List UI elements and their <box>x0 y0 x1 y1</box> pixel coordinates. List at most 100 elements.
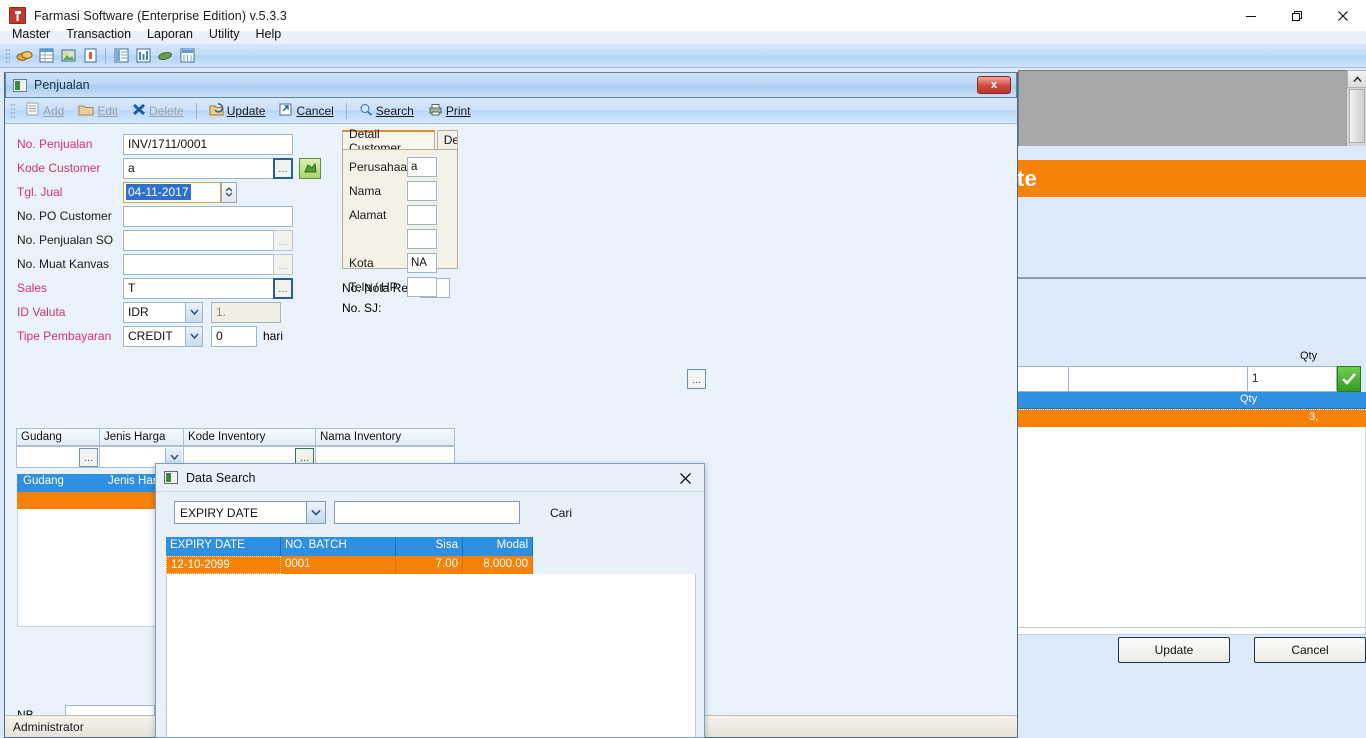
app-title: Farmasi Software (Enterprise Edition) v.… <box>34 8 287 23</box>
app-toolbar <box>0 44 1366 68</box>
scroll-thumb[interactable] <box>1349 89 1365 143</box>
kode-customer-lookup-button[interactable]: … <box>273 157 293 179</box>
col-kode-inventory: Kode Inventory <box>183 428 316 446</box>
id-valuta-value: IDR <box>128 305 149 319</box>
table-row[interactable]: 12-10-2099 0001 7.00 8,000.00 <box>166 556 696 574</box>
delete-button[interactable]: Delete <box>127 101 189 121</box>
menu-help[interactable]: Help <box>247 25 289 43</box>
check-icon[interactable] <box>1337 366 1361 392</box>
entry-gudang[interactable]: … <box>16 446 100 468</box>
search-submit-button[interactable]: Cari <box>550 506 572 520</box>
data-search-grid-body <box>166 574 696 737</box>
cancel-button[interactable]: Cancel <box>1254 637 1366 663</box>
print-label: Print <box>445 103 471 118</box>
id-valuta-rate: 1. <box>211 301 281 323</box>
mdi-vertical-scrollbar[interactable] <box>1346 70 1366 146</box>
sales-input[interactable]: T <box>123 277 293 299</box>
table-icon[interactable] <box>36 46 56 65</box>
tab-detail-customer[interactable]: Detail Customer <box>342 127 435 155</box>
menu-transaction[interactable]: Transaction <box>58 25 139 43</box>
menu-utility[interactable]: Utility <box>201 25 248 43</box>
sales-label: Sales <box>17 281 48 295</box>
nama-input[interactable] <box>407 181 437 201</box>
data-search-close-button[interactable] <box>676 469 694 487</box>
status-user: Administrator <box>13 719 84 734</box>
coins-icon[interactable] <box>14 46 34 65</box>
row-qty: 3, <box>1309 411 1319 423</box>
perusahaan-label: Perusahaan <box>349 160 414 174</box>
edit-button[interactable]: Edit <box>73 101 123 121</box>
data-search-title: Data Search <box>186 470 256 485</box>
kota-input[interactable]: NA <box>407 253 437 273</box>
label-qty: Qty <box>1300 350 1318 362</box>
expiry-qty-input[interactable]: 1 <box>1247 366 1337 392</box>
print-toolbar-button[interactable]: Print <box>423 101 476 121</box>
scroll-up-icon[interactable] <box>1347 70 1366 88</box>
update-toolbar-button[interactable]: Update <box>204 101 271 121</box>
detail-tabs: Detail Customer Det <box>342 127 458 155</box>
penjualan-toolbar-grip[interactable] <box>10 102 15 119</box>
update-button[interactable]: Update <box>1118 637 1230 663</box>
ledger-icon[interactable] <box>111 46 131 65</box>
penjualan-close-button[interactable]: x <box>977 76 1011 94</box>
close-x-icon <box>132 103 146 119</box>
col-gudang: Gudang <box>16 428 100 446</box>
field-alamat2 <box>349 227 451 251</box>
item-grid-entry-header: Gudang Jenis Harga Kode Inventory Nama I… <box>16 428 457 446</box>
field-kota: Kota NA <box>349 251 451 275</box>
search-toolbar-button[interactable]: Search <box>354 101 419 121</box>
tgl-jual-spinner[interactable] <box>221 181 237 203</box>
search-input[interactable] <box>334 501 520 524</box>
catalog-icon[interactable] <box>177 46 197 65</box>
tipe-pembayaran-days[interactable]: 0 <box>211 325 257 347</box>
tipe-pembayaran-days-unit: hari <box>263 329 284 343</box>
id-valuta-select[interactable]: IDR <box>123 301 203 323</box>
chevron-down-icon-2 <box>185 326 202 346</box>
sales-lookup-button[interactable]: … <box>273 277 293 299</box>
tgl-jual-label: Tgl. Jual <box>17 185 63 199</box>
cancel-toolbar-button[interactable]: Cancel <box>274 101 338 121</box>
alamat-input[interactable] <box>407 205 437 225</box>
add-customer-icon[interactable] <box>299 157 321 179</box>
field-id-valuta: ID Valuta IDR 1. <box>17 300 347 324</box>
telp-hp-input[interactable] <box>407 277 437 297</box>
ds-row-expiry-date: 12-10-2099 <box>166 556 281 574</box>
kode-customer-input[interactable]: a <box>123 157 293 179</box>
tab-detail-secondary[interactable]: Det <box>436 130 458 149</box>
add-label: Add <box>43 103 65 118</box>
expiry-grid-col-qty: Qty <box>1240 393 1258 405</box>
no-po-customer-input[interactable] <box>123 205 293 227</box>
search-label: Search <box>375 103 414 118</box>
gudang-lookup-button[interactable]: … <box>79 447 98 467</box>
image-icon[interactable] <box>58 46 78 65</box>
kode-customer-label: Kode Customer <box>17 161 101 175</box>
no-muat-kanvas-lookup-button[interactable]: … <box>273 253 293 275</box>
no-sj-label: No. SJ: <box>342 301 382 315</box>
edit-icon <box>78 103 94 119</box>
menu-master[interactable]: Master <box>4 25 58 43</box>
menu-laporan[interactable]: Laporan <box>139 25 201 43</box>
pill-icon[interactable] <box>155 46 175 65</box>
search-field-select[interactable]: EXPIRY DATE <box>174 501 326 524</box>
tgl-jual-input[interactable]: 04-11-2017 <box>123 181 221 203</box>
delete-label: Delete <box>149 103 184 118</box>
field-nama: Nama <box>349 179 451 203</box>
add-button[interactable]: Add <box>21 100 69 121</box>
expiry-date-lookup-button[interactable]: ... <box>687 369 706 389</box>
report-icon[interactable] <box>133 46 153 65</box>
expiry-col4-input[interactable] <box>1068 366 1248 392</box>
no-penjualan-input[interactable]: INV/1711/0001 <box>123 133 293 155</box>
nama-label: Nama <box>349 184 382 198</box>
book-icon[interactable] <box>80 46 100 65</box>
tipe-pembayaran-label: Tipe Pembayaran <box>17 329 112 343</box>
field-tipe-pembayaran: Tipe Pembayaran CREDIT 0 hari <box>17 324 347 348</box>
tipe-pembayaran-select[interactable]: CREDIT <box>123 325 203 347</box>
data-search-title-bar: Data Search <box>156 464 704 492</box>
application-window: Farmasi Software (Enterprise Edition) v.… <box>0 0 1366 738</box>
no-muat-kanvas-input[interactable] <box>123 253 293 275</box>
toolbar-grip[interactable] <box>5 47 10 64</box>
no-penjualan-so-lookup-button[interactable]: … <box>273 229 293 251</box>
no-penjualan-so-input[interactable] <box>123 229 293 251</box>
alamat2-input[interactable] <box>407 229 437 249</box>
perusahaan-input[interactable]: a <box>407 157 437 177</box>
